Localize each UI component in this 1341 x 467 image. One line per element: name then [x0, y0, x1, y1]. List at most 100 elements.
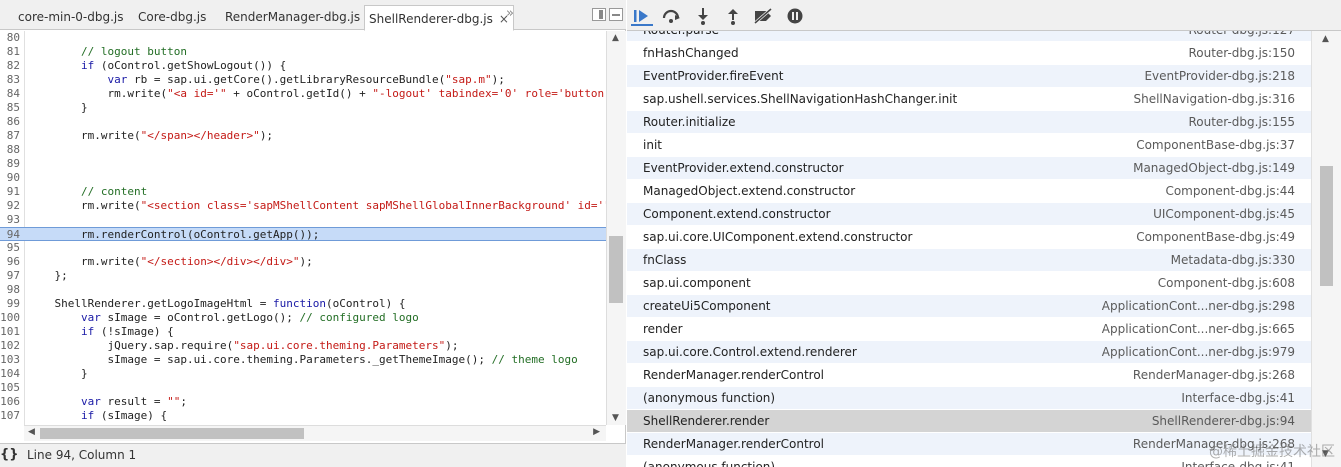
code-line[interactable]: 81 // logout button [0, 45, 606, 59]
line-number[interactable]: 85 [0, 101, 20, 115]
line-number[interactable]: 103 [0, 353, 20, 367]
call-frame-location[interactable]: Router-dbg.js:127 [1188, 31, 1295, 42]
call-frame-location[interactable]: ApplicationCont...ner-dbg.js:298 [1102, 295, 1295, 318]
code-line[interactable]: 104 } [0, 367, 606, 381]
line-number[interactable]: 90 [0, 171, 20, 185]
more-tabs-icon[interactable]: » [506, 6, 514, 21]
line-number[interactable]: 81 [0, 45, 20, 59]
code-line[interactable]: 101 if (!sImage) { [0, 325, 606, 339]
call-frame-selected[interactable]: ShellRenderer.render ShellRenderer-dbg.js… [627, 410, 1311, 433]
code-line[interactable]: 107 if (sImage) { [0, 409, 606, 423]
toggle-debugger-pane-icon[interactable] [592, 8, 606, 21]
code-line[interactable]: 80 [0, 31, 606, 45]
call-frame-location[interactable]: UIComponent-dbg.js:45 [1153, 203, 1295, 226]
editor-horizontal-scrollbar[interactable]: ◀ ▶ [24, 425, 606, 441]
tab-rendermanager-dbg[interactable]: RenderManager-dbg.js [221, 4, 364, 30]
code-line[interactable]: 100 var sImage = oControl.getLogo(); // … [0, 311, 606, 325]
line-number[interactable]: 98 [0, 283, 20, 297]
line-number[interactable]: 88 [0, 143, 20, 157]
tab-core-min-0-dbg[interactable]: core-min-0-dbg.js [14, 4, 128, 30]
call-frame[interactable]: EventProvider.fireEvent EventProvider-dbg… [627, 65, 1311, 88]
line-number[interactable]: 92 [0, 199, 20, 213]
deactivate-breakpoints-icon[interactable] [752, 6, 774, 26]
editor-vertical-scrollbar[interactable]: ▲ ▼ [606, 31, 626, 425]
line-number[interactable]: 104 [0, 367, 20, 381]
scroll-down-icon[interactable]: ▼ [612, 413, 619, 423]
call-frame[interactable]: sap.ui.core.Control.extend.renderer Appli… [627, 341, 1311, 364]
code-line[interactable]: 87 rm.write("</span></header>"); [0, 129, 606, 143]
line-number[interactable]: 106 [0, 395, 20, 409]
call-frame[interactable]: sap.ui.component Component-dbg.js:608 [627, 272, 1311, 295]
scrollbar-thumb[interactable] [1320, 166, 1333, 286]
line-number[interactable]: 93 [0, 213, 20, 227]
call-frame[interactable]: (anonymous function) Interface-dbg.js:41 [627, 387, 1311, 410]
pause-on-exceptions-icon[interactable] [784, 6, 806, 26]
line-number[interactable]: 83 [0, 73, 20, 87]
call-frame-location[interactable]: ShellRenderer-dbg.js:94 [1152, 410, 1295, 433]
code-line[interactable]: 106 var result = ""; [0, 395, 606, 409]
call-frame-location[interactable]: Router-dbg.js:155 [1188, 111, 1295, 134]
line-number[interactable]: 97 [0, 269, 20, 283]
call-frame-location[interactable]: ComponentBase-dbg.js:37 [1136, 134, 1295, 157]
call-frame-location[interactable]: ComponentBase-dbg.js:49 [1136, 226, 1295, 249]
scrollbar-thumb[interactable] [40, 428, 304, 439]
call-frame-location[interactable]: Interface-dbg.js:41 [1181, 387, 1295, 410]
call-frame-location[interactable]: ApplicationCont...ner-dbg.js:979 [1102, 341, 1295, 364]
call-frame[interactable]: sap.ushell.services.ShellNavigationHashC… [627, 88, 1311, 111]
scroll-up-icon[interactable]: ▲ [1322, 34, 1329, 44]
code-line[interactable]: 89 [0, 157, 606, 171]
call-frame-location[interactable]: Metadata-dbg.js:330 [1171, 249, 1295, 272]
code-line[interactable]: 85 } [0, 101, 606, 115]
call-frame-location[interactable]: Router-dbg.js:150 [1188, 42, 1295, 65]
line-number[interactable]: 80 [0, 31, 20, 45]
call-frame[interactable]: Component.extend.constructor UIComponent-… [627, 203, 1311, 226]
code-line[interactable]: 102 jQuery.sap.require("sap.ui.core.them… [0, 339, 606, 353]
line-number[interactable]: 94 [0, 228, 20, 242]
line-number[interactable]: 87 [0, 129, 20, 143]
scroll-left-icon[interactable]: ◀ [28, 427, 35, 437]
step-over-icon[interactable] [660, 6, 682, 26]
line-number[interactable]: 107 [0, 409, 20, 423]
call-frame[interactable]: fnClass Metadata-dbg.js:330 [627, 249, 1311, 272]
code-line[interactable]: 86 [0, 115, 606, 129]
call-frame[interactable]: RenderManager.renderControl RenderManager… [627, 364, 1311, 387]
call-frame-location[interactable]: Component-dbg.js:608 [1158, 272, 1295, 295]
scroll-right-icon[interactable]: ▶ [593, 427, 600, 437]
code-line[interactable]: 92 rm.write("<section class='sapMShellCo… [0, 199, 606, 213]
code-line[interactable]: 82 if (oControl.getShowLogout()) { [0, 59, 606, 73]
call-frame[interactable]: sap.ui.core.UIComponent.extend.construct… [627, 226, 1311, 249]
call-frame-location[interactable]: Component-dbg.js:44 [1165, 180, 1295, 203]
code-line[interactable]: 103 sImage = sap.ui.core.theming.Paramet… [0, 353, 606, 367]
line-number[interactable]: 105 [0, 381, 20, 395]
call-frame[interactable]: EventProvider.extend.constructor ManagedO… [627, 157, 1311, 180]
pretty-print-button[interactable]: {} [0, 444, 19, 466]
call-frame[interactable]: init ComponentBase-dbg.js:37 [627, 134, 1311, 157]
line-number[interactable]: 82 [0, 59, 20, 73]
call-frame[interactable]: Router.parse Router-dbg.js:127 [627, 31, 1311, 42]
call-frame-location[interactable]: RenderManager-dbg.js:268 [1133, 364, 1295, 387]
line-number[interactable]: 108 [0, 423, 20, 425]
step-into-icon[interactable] [692, 6, 714, 26]
line-number[interactable]: 100 [0, 311, 20, 325]
line-number[interactable]: 84 [0, 87, 20, 101]
code-line[interactable]: 90 [0, 171, 606, 185]
code-line[interactable]: 88 [0, 143, 606, 157]
line-number[interactable]: 95 [0, 241, 20, 255]
code-line[interactable]: 84 rm.write("<a id='" + oControl.getId()… [0, 87, 606, 101]
resume-icon[interactable] [631, 6, 653, 26]
call-frame-location[interactable]: ApplicationCont...ner-dbg.js:665 [1102, 318, 1295, 341]
code-line[interactable]: 95 [0, 241, 606, 255]
current-execution-line[interactable]: 94 rm.renderControl(oControl.getApp()); [0, 227, 606, 241]
call-frame-location[interactable]: ShellNavigation-dbg.js:316 [1133, 88, 1295, 111]
line-number[interactable]: 99 [0, 297, 20, 311]
call-frame[interactable]: ManagedObject.extend.constructor Componen… [627, 180, 1311, 203]
code-line[interactable]: 99 ShellRenderer.getLogoImageHtml = func… [0, 297, 606, 311]
call-frame[interactable]: render ApplicationCont...ner-dbg.js:665 [627, 318, 1311, 341]
code-line[interactable]: 98 [0, 283, 606, 297]
tab-shellrenderer-dbg[interactable]: ShellRenderer-dbg.js × [364, 5, 514, 31]
call-frame[interactable]: Router.initialize Router-dbg.js:155 [627, 111, 1311, 134]
tab-core-dbg[interactable]: Core-dbg.js [134, 4, 210, 30]
code-line[interactable]: 83 var rb = sap.ui.getCore().getLibraryR… [0, 73, 606, 87]
code-line[interactable]: 96 rm.write("</section></div></div>"); [0, 255, 606, 269]
code-line[interactable]: 93 [0, 213, 606, 227]
